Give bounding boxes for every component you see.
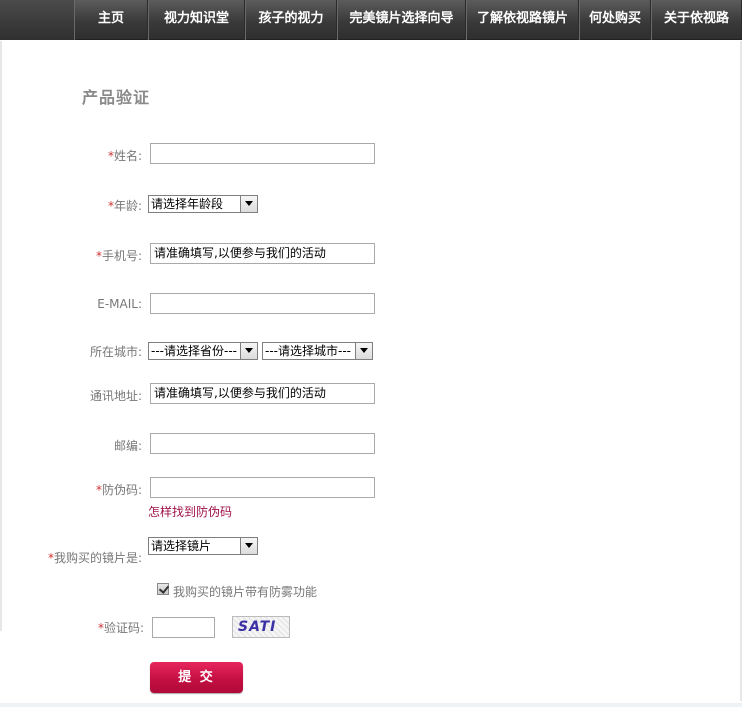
anti-fake-label: *防伪码:	[96, 481, 142, 498]
email-input[interactable]	[150, 293, 375, 314]
age-select[interactable]: 请选择年龄段	[148, 195, 258, 213]
nav-item-about-us[interactable]: 关于依视路	[651, 0, 742, 40]
postcode-input[interactable]	[150, 433, 375, 454]
lens-select[interactable]: 请选择镜片	[148, 537, 258, 555]
province-select[interactable]: ---请选择省份---	[148, 342, 258, 360]
nav-item-lens-guide[interactable]: 完美镜片选择向导	[337, 0, 466, 40]
lens-label: *我购买的镜片是:	[48, 549, 142, 566]
bottom-strip	[0, 703, 742, 707]
chevron-down-icon	[240, 343, 257, 359]
email-label: E-MAIL:	[97, 297, 142, 311]
find-anti-fake-code-link[interactable]: 怎样找到防伪码	[148, 503, 232, 520]
lens-select-value: 请选择镜片	[151, 539, 212, 553]
nav-item-vision-knowledge[interactable]: 视力知识堂	[148, 0, 245, 40]
city-select-value: ---请选择城市---	[265, 344, 351, 358]
address-label: 通讯地址:	[89, 389, 142, 403]
chevron-down-icon	[240, 538, 257, 554]
captcha-label: *验证码:	[98, 619, 144, 636]
nav-item-child-vision[interactable]: 孩子的视力	[245, 0, 337, 40]
name-label: *姓名:	[108, 147, 142, 164]
postcode-label: 邮编:	[113, 439, 142, 453]
age-select-value: 请选择年龄段	[151, 197, 224, 211]
nav-item-about-lenses[interactable]: 了解依视路镜片	[466, 0, 579, 40]
chevron-down-icon	[240, 196, 257, 212]
nav-item-home[interactable]: 主页	[74, 0, 148, 40]
nav-left-cap	[0, 0, 74, 40]
page-title: 产品验证	[82, 88, 151, 107]
anti-fog-checkbox[interactable]	[157, 583, 169, 595]
captcha-label-text: 验证码:	[103, 621, 144, 635]
anti-fake-input[interactable]	[150, 477, 375, 498]
name-input[interactable]	[150, 143, 375, 164]
captcha-image[interactable]: SATI	[232, 616, 290, 638]
address-input[interactable]: 请准确填写,以便参与我们的活动	[150, 383, 375, 404]
anti-fog-label: 我购买的镜片带有防雾功能	[173, 585, 318, 599]
lens-label-text: 我购买的镜片是:	[53, 551, 142, 565]
phone-label: *手机号:	[96, 247, 142, 264]
province-select-value: ---请选择省份---	[151, 344, 237, 358]
submit-button[interactable]: 提 交	[150, 662, 243, 693]
nav-item-where-to-buy[interactable]: 何处购买	[579, 0, 651, 40]
phone-input[interactable]: 请准确填写,以便参与我们的活动	[150, 243, 375, 264]
city-select[interactable]: ---请选择城市---	[262, 342, 373, 360]
city-label: 所在城市:	[89, 345, 142, 359]
phone-label-text: 手机号:	[101, 249, 142, 263]
chevron-down-icon	[355, 343, 372, 359]
age-label-text: 年龄:	[113, 199, 142, 213]
left-border	[0, 41, 2, 631]
captcha-input[interactable]	[152, 617, 215, 638]
name-label-text: 姓名:	[113, 149, 142, 163]
top-nav: 主页 视力知识堂 孩子的视力 完美镜片选择向导 了解依视路镜片 何处购买 关于依…	[0, 0, 742, 40]
age-label: *年龄:	[108, 197, 142, 214]
anti-fake-label-text: 防伪码:	[101, 483, 142, 497]
